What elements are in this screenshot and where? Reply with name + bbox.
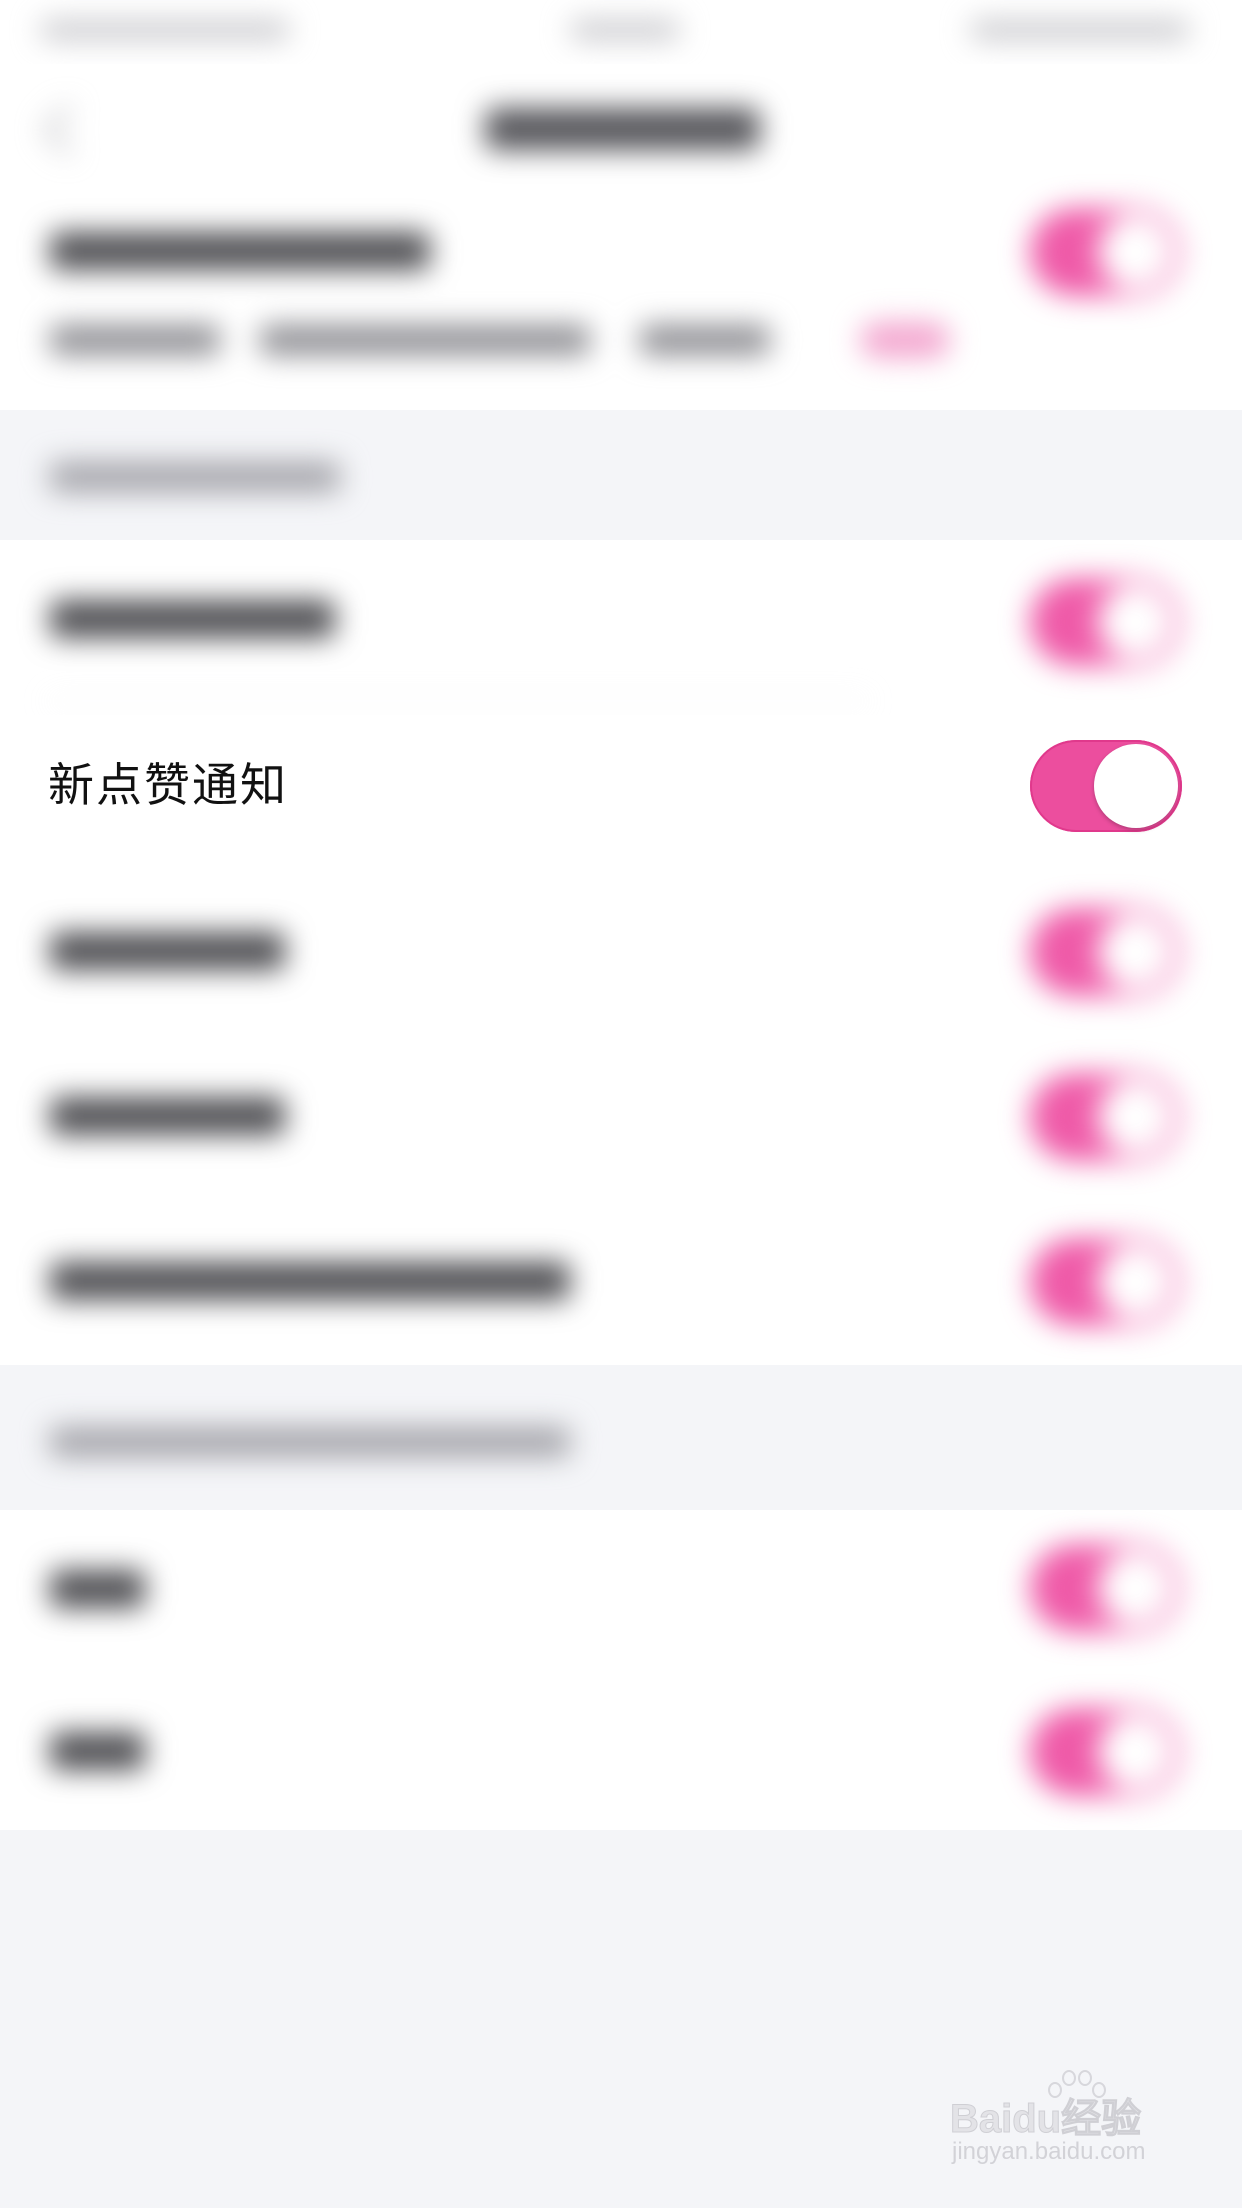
nav-blur-content <box>0 64 1242 192</box>
setting-row-new-like-notification[interactable]: 新点赞通知 <box>0 715 1242 855</box>
blurred-section-header-1 <box>0 410 1242 540</box>
blurred-row-6 <box>0 1510 1242 1670</box>
watermark-url: jingyan.baidu.com <box>952 2138 1146 2165</box>
blurred-row-7 <box>0 1680 1242 1830</box>
status-bar-blur-content <box>0 0 1242 64</box>
row-divider <box>48 700 868 702</box>
blurred-row-3 <box>0 880 1242 1030</box>
new-like-notification-toggle[interactable] <box>1030 740 1182 832</box>
blurred-row-2 <box>0 540 1242 700</box>
blurred-row-5 <box>0 1210 1242 1360</box>
blurred-section-header-2 <box>0 1365 1242 1510</box>
toggle-knob <box>1094 744 1178 828</box>
blurred-row-1 <box>0 192 1242 410</box>
setting-label: 新点赞通知 <box>48 758 288 812</box>
watermark-brand: Baidu经验 <box>949 2097 1142 2142</box>
baidu-jingyan-watermark: Baidu经验 jingyan.baidu.com <box>949 2068 1210 2188</box>
back-arrow-icon[interactable] <box>42 104 94 156</box>
blurred-row-4 <box>0 1045 1242 1195</box>
page-title-blurred <box>485 108 760 150</box>
